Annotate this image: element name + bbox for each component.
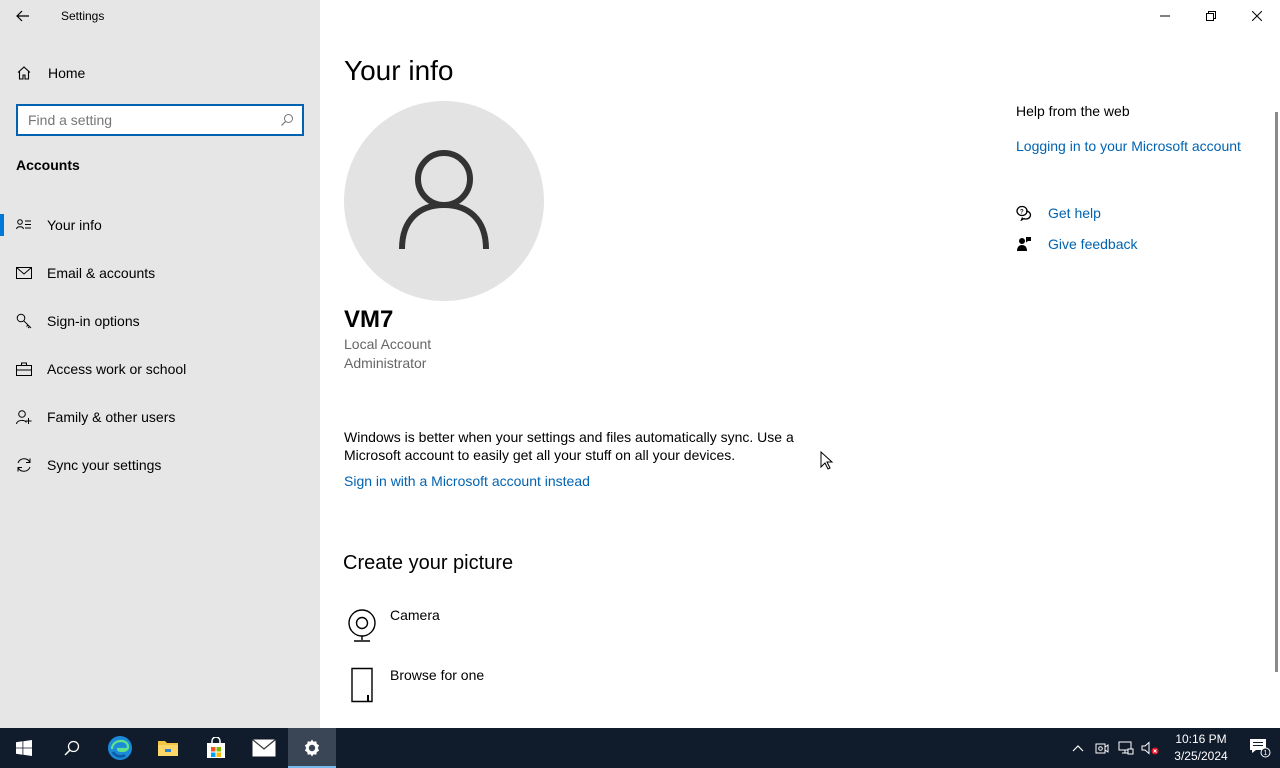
sidebar-item-label: Access work or school bbox=[47, 361, 187, 377]
get-help-action[interactable]: ? Get help bbox=[1016, 205, 1101, 221]
mouse-cursor-icon bbox=[820, 451, 834, 470]
browse-file-icon bbox=[344, 667, 380, 703]
start-button[interactable] bbox=[0, 728, 48, 768]
sidebar-item-access-work[interactable]: Access work or school bbox=[0, 345, 320, 393]
notification-icon: 1 bbox=[1250, 739, 1271, 758]
taskbar-mail[interactable] bbox=[240, 728, 288, 768]
sidebar-nav: Your info Email & accounts Sign-in optio… bbox=[0, 201, 320, 489]
volume-muted-icon bbox=[1141, 741, 1159, 755]
volume-button[interactable] bbox=[1138, 728, 1162, 768]
back-arrow-icon bbox=[16, 10, 29, 22]
taskbar-search-button[interactable] bbox=[48, 728, 96, 768]
give-feedback-action[interactable]: Give feedback bbox=[1016, 236, 1138, 252]
windows-start-icon bbox=[16, 740, 32, 756]
clock-date: 3/25/2024 bbox=[1174, 749, 1228, 763]
mail-icon bbox=[252, 739, 276, 757]
sync-icon bbox=[16, 457, 32, 473]
app-title: Settings bbox=[61, 9, 105, 23]
sidebar-item-label: Email & accounts bbox=[47, 265, 156, 281]
svg-text:?: ? bbox=[1020, 210, 1024, 216]
sidebar-item-your-info[interactable]: Your info bbox=[0, 201, 320, 249]
sidebar-item-label: Family & other users bbox=[47, 409, 176, 425]
taskbar-settings[interactable] bbox=[288, 728, 336, 768]
search-box[interactable] bbox=[16, 104, 304, 136]
get-help-link[interactable]: Get help bbox=[1048, 205, 1101, 221]
network-button[interactable] bbox=[1114, 728, 1138, 768]
scrollbar[interactable] bbox=[1275, 112, 1278, 672]
help-heading: Help from the web bbox=[1016, 103, 1130, 119]
restore-icon bbox=[1206, 11, 1216, 21]
taskbar-store[interactable] bbox=[192, 728, 240, 768]
create-picture-heading: Create your picture bbox=[343, 552, 514, 574]
title-bar: Settings bbox=[0, 0, 320, 32]
home-icon bbox=[17, 66, 31, 80]
edge-icon bbox=[108, 736, 132, 760]
show-hidden-icons-button[interactable] bbox=[1066, 728, 1090, 768]
give-feedback-link[interactable]: Give feedback bbox=[1048, 236, 1138, 252]
home-label: Home bbox=[48, 65, 86, 81]
system-tray: 10:16 PM 3/25/2024 1 bbox=[1066, 728, 1280, 768]
sidebar-item-sync-settings[interactable]: Sync your settings bbox=[0, 441, 320, 489]
get-help-icon: ? bbox=[1016, 205, 1032, 221]
add-user-icon bbox=[16, 409, 32, 425]
account-type: Local Account bbox=[344, 336, 432, 352]
user-silhouette-icon bbox=[399, 150, 489, 250]
contact-card-icon bbox=[16, 217, 32, 233]
browse-label: Browse for one bbox=[390, 667, 485, 683]
minimize-button[interactable] bbox=[1142, 0, 1188, 32]
search-input[interactable] bbox=[28, 112, 280, 128]
network-icon bbox=[1118, 741, 1134, 755]
sidebar-item-family-users[interactable]: Family & other users bbox=[0, 393, 320, 441]
clock-time: 10:16 PM bbox=[1175, 732, 1227, 746]
sidebar-home[interactable]: Home bbox=[0, 58, 320, 88]
close-icon bbox=[1252, 11, 1262, 21]
section-heading: Accounts bbox=[16, 157, 80, 173]
mail-icon bbox=[16, 265, 32, 281]
camera-label: Camera bbox=[390, 607, 440, 623]
sidebar-item-label: Sync your settings bbox=[47, 457, 162, 473]
browse-option[interactable]: Browse for one bbox=[344, 667, 484, 703]
notification-count: 1 bbox=[1264, 750, 1268, 757]
restore-button[interactable] bbox=[1188, 0, 1234, 32]
avatar bbox=[344, 101, 544, 301]
meet-now-icon bbox=[1095, 743, 1109, 754]
sidebar-item-email-accounts[interactable]: Email & accounts bbox=[0, 249, 320, 297]
file-explorer-icon bbox=[158, 741, 178, 756]
search-icon bbox=[64, 740, 80, 756]
back-button[interactable] bbox=[0, 0, 46, 32]
window-controls bbox=[1142, 0, 1280, 32]
taskbar-edge[interactable] bbox=[96, 728, 144, 768]
close-button[interactable] bbox=[1234, 0, 1280, 32]
account-role: Administrator bbox=[344, 355, 427, 371]
sidebar-item-sign-in-options[interactable]: Sign-in options bbox=[0, 297, 320, 345]
system-clock[interactable]: 10:16 PM 3/25/2024 bbox=[1168, 731, 1234, 765]
settings-icon bbox=[304, 739, 320, 757]
key-icon bbox=[16, 313, 32, 329]
chevron-up-icon bbox=[1072, 745, 1084, 752]
camera-option[interactable]: Camera bbox=[344, 607, 440, 643]
sidebar-item-label: Your info bbox=[47, 217, 102, 233]
sidebar: Settings Home Accounts Your info Email &… bbox=[0, 0, 320, 728]
microsoft-account-help-link[interactable]: Logging in to your Microsoft account bbox=[1016, 138, 1241, 154]
sync-description: Windows is better when your settings and… bbox=[344, 429, 794, 463]
search-icon bbox=[281, 114, 293, 126]
page-title: Your info bbox=[344, 55, 454, 86]
briefcase-icon bbox=[16, 361, 32, 377]
store-icon bbox=[207, 737, 225, 758]
taskbar: 10:16 PM 3/25/2024 1 bbox=[0, 728, 1280, 768]
meet-now-button[interactable] bbox=[1090, 728, 1114, 768]
action-center-button[interactable]: 1 bbox=[1240, 728, 1280, 768]
camera-icon bbox=[344, 607, 380, 643]
signin-microsoft-link[interactable]: Sign in with a Microsoft account instead bbox=[344, 473, 590, 489]
feedback-person-icon bbox=[1016, 236, 1032, 252]
minimize-icon bbox=[1160, 15, 1170, 17]
sidebar-item-label: Sign-in options bbox=[47, 313, 140, 329]
user-name: VM7 bbox=[344, 306, 394, 333]
taskbar-file-explorer[interactable] bbox=[144, 728, 192, 768]
